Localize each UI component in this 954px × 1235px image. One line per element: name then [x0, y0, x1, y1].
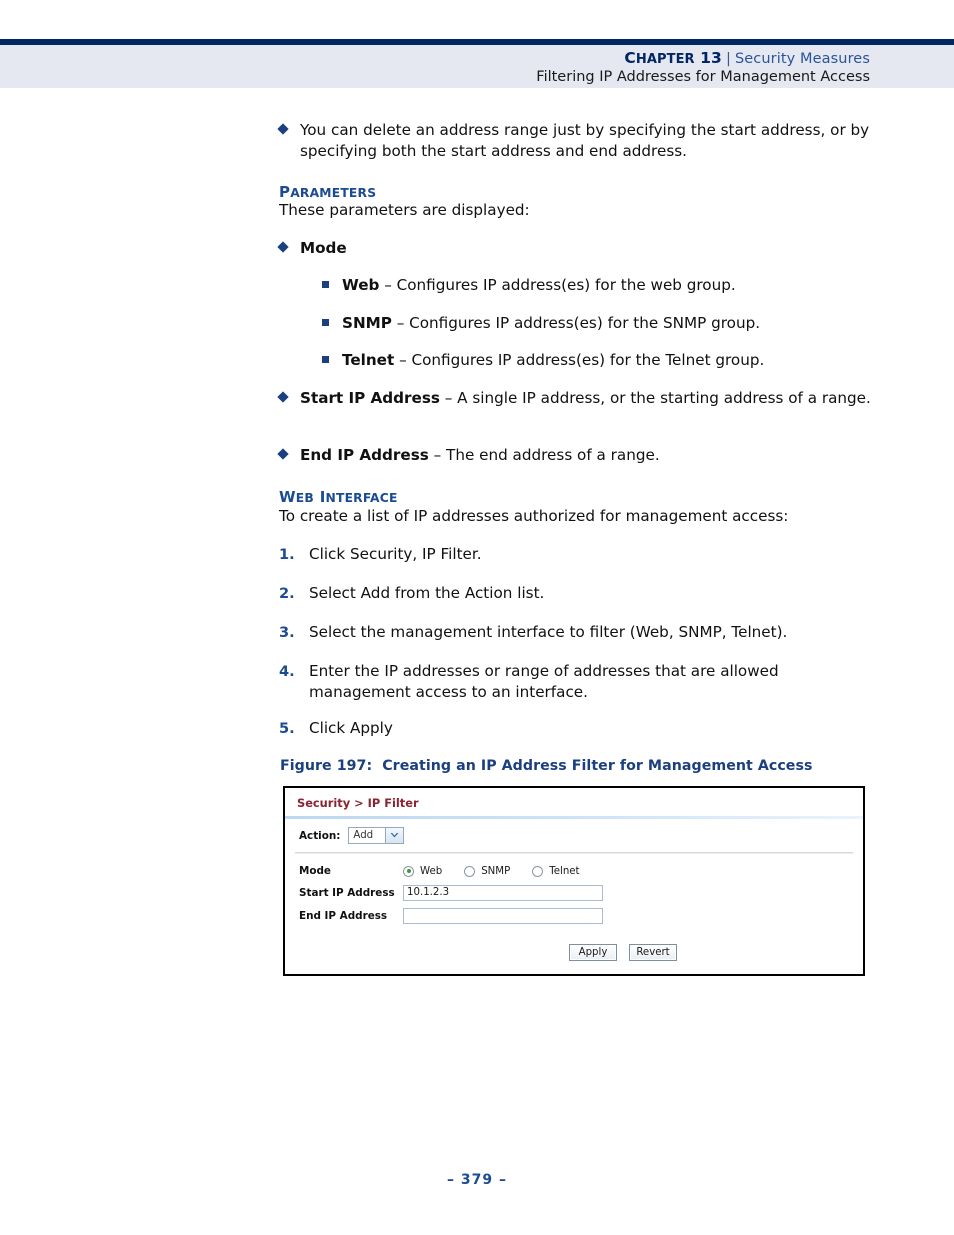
step-text: Select Add from the Action list. — [309, 584, 545, 602]
chapter-title: Security Measures — [734, 51, 870, 67]
mode-option-dash: – — [399, 351, 407, 369]
ui-action-row: Action: Add — [285, 819, 863, 851]
ui-form: Mode Web SNMP Telnet Start IP Address 10… — [285, 854, 863, 961]
ui-radio-web-label: Web — [420, 865, 443, 877]
param-mode: Mode — [268, 238, 908, 259]
mode-option-desc: Configures IP address(es) for the SNMP g… — [409, 314, 761, 332]
ui-start-ip-row: Start IP Address 10.1.2.3 — [299, 885, 863, 901]
step-text: Enter the IP addresses or range of addre… — [309, 662, 779, 701]
chapter-number: 13 — [700, 49, 722, 67]
mode-option-desc: Configures IP address(es) for the Telnet… — [411, 351, 765, 369]
ui-action-select-value: Add — [353, 830, 374, 841]
figure-caption-text: Creating an IP Address Filter for Manage… — [382, 758, 813, 774]
step-4: 4. Enter the IP addresses or range of ad… — [279, 661, 819, 703]
square-bullet-icon — [322, 319, 329, 326]
step-number: 2. — [279, 585, 295, 602]
header-chapter-line: CHAPTER 13 | Security Measures — [0, 45, 954, 67]
diamond-bullet-icon — [277, 123, 289, 135]
figure-screenshot: Security > IP Filter Action: Add Mode We… — [283, 786, 865, 976]
revert-button[interactable]: Revert — [629, 944, 677, 961]
figure-caption: Figure 197: Creating an IP Address Filte… — [280, 758, 812, 774]
ui-radio-telnet[interactable]: Telnet — [532, 865, 580, 877]
step-1: 1. Click Security, IP Filter. — [279, 544, 869, 565]
diamond-bullet-icon — [277, 241, 289, 253]
page-header: CHAPTER 13 | Security Measures Filtering I… — [0, 39, 954, 88]
param-dash: – — [444, 389, 453, 407]
ui-mode-radio-group: Web SNMP Telnet — [403, 865, 602, 877]
ui-end-ip-label: End IP Address — [299, 910, 388, 922]
step-5: 5. Click Apply — [279, 718, 869, 739]
ui-mode-label: Mode — [299, 865, 331, 877]
param-start-ip: Start IP Address – A single IP address, … — [268, 388, 900, 409]
parameters-heading: PARAMETERS — [279, 183, 377, 201]
param-dash: – — [433, 446, 442, 464]
mode-option-dash: – — [384, 276, 392, 294]
param-term: Start IP Address — [300, 389, 440, 407]
header-separator: | — [725, 51, 731, 67]
mode-option-desc: Configures IP address(es) for the web gr… — [396, 276, 736, 294]
ui-breadcrumb: Security > IP Filter — [297, 796, 419, 810]
square-bullet-icon — [322, 281, 329, 288]
web-interface-heading: WEB INTERFACE — [279, 488, 398, 506]
mode-option-web: Web – Configures IP address(es) for the … — [310, 275, 908, 296]
radio-unselected-icon[interactable] — [464, 865, 476, 877]
step-number: 4. — [279, 663, 295, 680]
step-text: Click Apply — [309, 719, 393, 737]
diamond-bullet-icon — [277, 391, 289, 403]
param-end-ip: End IP Address – The end address of a ra… — [268, 445, 900, 466]
step-text: Click Security, IP Filter. — [309, 545, 482, 563]
param-term: End IP Address — [300, 446, 429, 464]
page-number: – 379 – — [447, 1172, 507, 1188]
radio-unselected-icon[interactable] — [532, 865, 544, 877]
ui-action-select[interactable]: Add — [348, 827, 405, 844]
param-desc: The end address of a range. — [446, 446, 660, 464]
intro-bullet-text: You can delete an address range just by … — [300, 121, 870, 160]
square-bullet-icon — [322, 356, 329, 363]
diamond-bullet-icon — [277, 448, 289, 460]
mode-option-term: Telnet — [342, 351, 395, 369]
param-desc: A single IP address, or the starting add… — [457, 389, 871, 407]
ui-end-ip-row: End IP Address — [299, 908, 863, 924]
header-section-title: Filtering IP Addresses for Management Ac… — [536, 69, 870, 85]
mode-option-snmp: SNMP – Configures IP address(es) for the… — [310, 313, 908, 334]
chapter-label: CHAPTER — [624, 49, 695, 67]
intro-bullet: You can delete an address range just by … — [268, 120, 908, 162]
ui-action-label: Action: — [299, 829, 341, 842]
step-number: 3. — [279, 624, 295, 641]
ui-radio-telnet-label: Telnet — [549, 865, 580, 877]
ui-button-row: Apply Revert — [299, 932, 863, 961]
ui-mode-row: Mode Web SNMP Telnet — [299, 865, 863, 877]
ui-start-ip-input[interactable]: 10.1.2.3 — [403, 885, 603, 901]
chevron-down-icon[interactable] — [385, 828, 404, 843]
mode-option-dash: – — [396, 314, 405, 332]
header-band: CHAPTER 13 | Security Measures Filtering I… — [0, 45, 954, 88]
ui-radio-snmp-label: SNMP — [481, 865, 511, 877]
apply-button[interactable]: Apply — [569, 944, 617, 961]
ui-end-ip-input[interactable] — [403, 908, 603, 924]
figure-caption-label: Figure 197: — [280, 758, 373, 774]
ui-radio-snmp[interactable]: SNMP — [464, 865, 511, 877]
step-number: 1. — [279, 546, 295, 563]
ui-radio-web[interactable]: Web — [403, 865, 443, 877]
param-mode-label: Mode — [300, 239, 347, 257]
radio-selected-icon[interactable] — [403, 865, 414, 877]
step-text: Select the management interface to filte… — [309, 623, 788, 641]
web-interface-intro: To create a list of IP addresses authori… — [279, 507, 789, 525]
step-3: 3. Select the management interface to fi… — [279, 622, 869, 643]
step-2: 2. Select Add from the Action list. — [279, 583, 869, 604]
mode-option-term: Web — [342, 276, 380, 294]
step-number: 5. — [279, 720, 295, 737]
mode-option-telnet: Telnet – Configures IP address(es) for t… — [310, 350, 908, 371]
parameters-intro: These parameters are displayed: — [279, 201, 530, 219]
ui-start-ip-label: Start IP Address — [299, 887, 395, 899]
mode-option-term: SNMP — [342, 314, 392, 332]
